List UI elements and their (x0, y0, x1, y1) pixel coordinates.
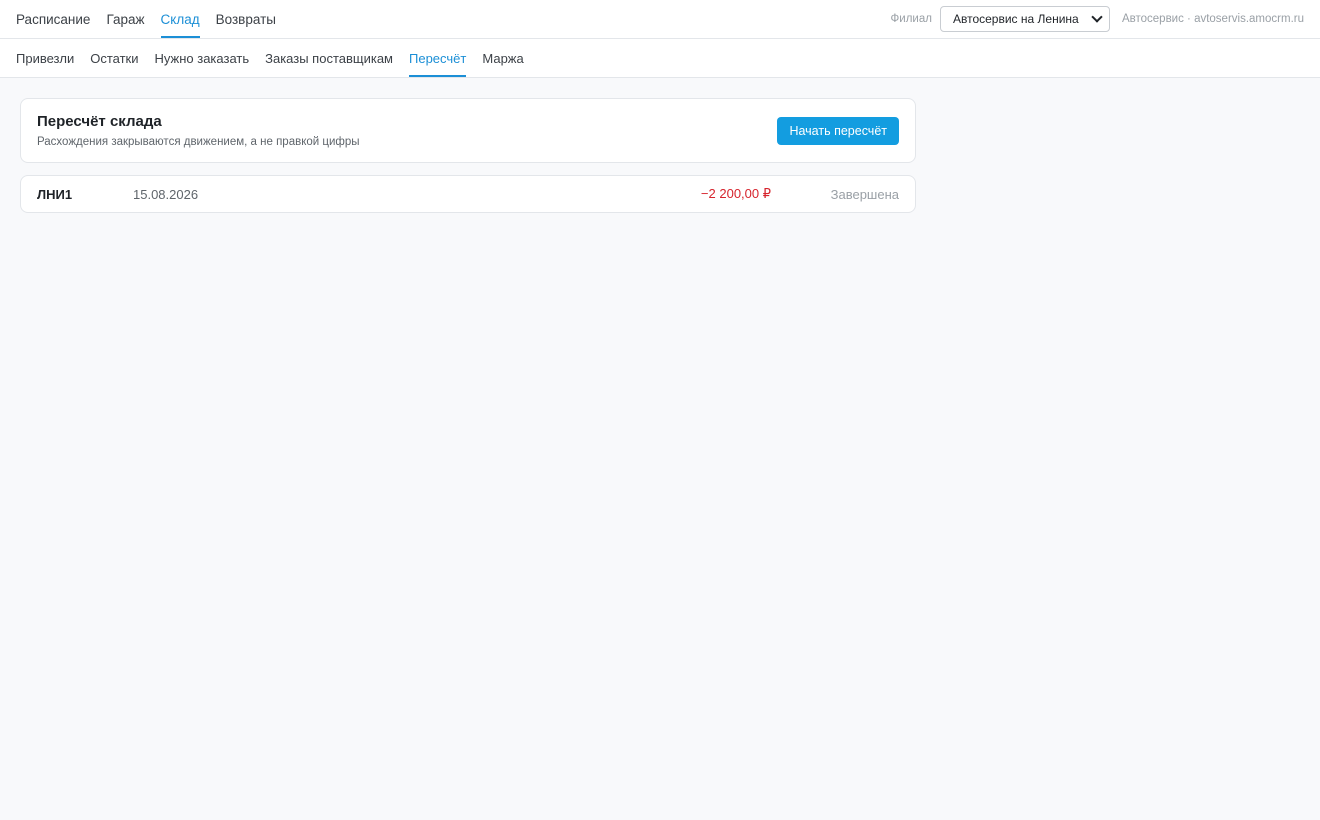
page-title: Пересчёт склада (37, 113, 162, 130)
start-recount-button[interactable]: Начать пересчёт (777, 116, 899, 145)
tab-recount[interactable]: Пересчёт (409, 39, 467, 77)
record-code: ЛНИ1 (37, 186, 73, 202)
sub-nav: Привезли Остатки Нужно заказать Заказы п… (0, 39, 1320, 78)
tab-supplier-orders[interactable]: Заказы поставщикам (265, 39, 393, 77)
branch-label: Филиал (890, 13, 932, 25)
main-nav: Расписание Гараж Склад Возвраты (16, 0, 276, 38)
top-bar: Расписание Гараж Склад Возвраты Филиал А… (0, 0, 1320, 39)
tab-arrivals[interactable]: Привезли (16, 39, 74, 77)
recount-header-text: Пересчёт склада Расхождения закрываются … (37, 113, 360, 148)
record-date: 15.08.2026 (133, 186, 199, 202)
tab-margin[interactable]: Маржа (482, 39, 523, 77)
nav-returns[interactable]: Возвраты (216, 0, 276, 38)
nav-schedule[interactable]: Расписание (16, 0, 90, 38)
tab-stock[interactable]: Остатки (90, 39, 138, 77)
branch-select[interactable]: Автосервис на Ленина (939, 6, 1110, 32)
record-status: Завершена (830, 186, 899, 202)
record-amount: −2 200,00 ₽ (700, 186, 771, 201)
nav-warehouse[interactable]: Склад (160, 0, 200, 38)
branch-select-value: Автосервис на Ленина (952, 12, 1079, 26)
recount-record-row[interactable]: ЛНИ1 15.08.2026 −2 200,00 ₽ Завершена (20, 175, 916, 213)
main-content: Пересчёт склада Расхождения закрываются … (0, 78, 936, 233)
recount-header-card: Пересчёт склада Расхождения закрываются … (20, 98, 916, 163)
branch-area: Филиал Автосервис на Ленина Автосервис ·… (891, 0, 1304, 38)
page-subtitle: Расхождения закрываются движением, а не … (37, 136, 360, 148)
chevron-down-icon (1091, 11, 1103, 23)
account-label: Автосервис · avtoservis.amocrm.ru (1121, 13, 1304, 25)
tab-need-order[interactable]: Нужно заказать (154, 39, 249, 77)
nav-garage[interactable]: Гараж (106, 0, 144, 38)
